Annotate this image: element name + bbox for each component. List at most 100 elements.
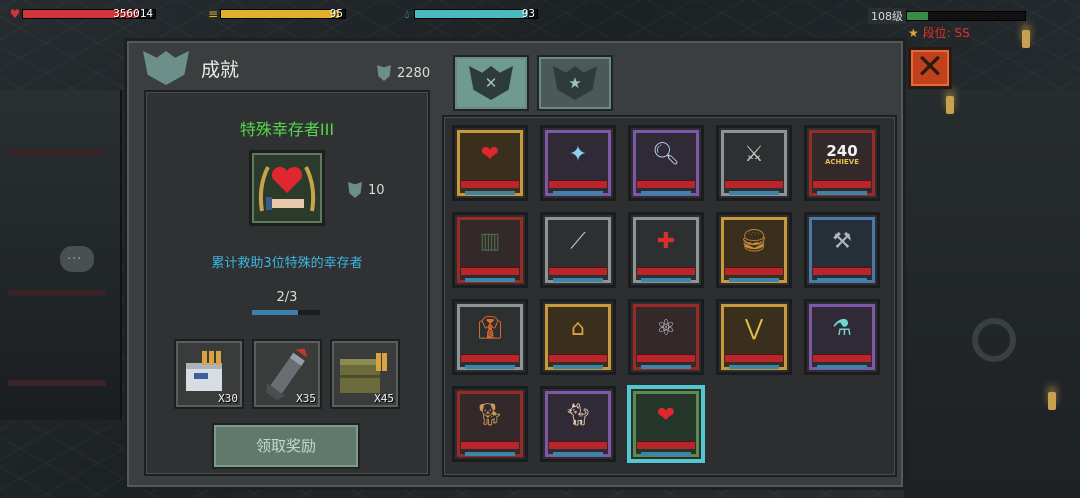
achievement-progress-bar <box>553 452 603 456</box>
achievement-progress-bar <box>553 365 603 369</box>
achievement-tile[interactable]: 👔︎ <box>452 299 528 375</box>
tab-achievements[interactable]: ✕ <box>453 55 529 111</box>
achievement-window: 成就 2280 ✕ ★ ✕ 特殊幸存者III 10 累计救助3位特殊的幸存者 2… <box>124 38 952 490</box>
achievement-progress-bar <box>817 365 867 369</box>
food-bar: ≡ 95 <box>206 7 346 21</box>
dog-icon: 🐕︎ <box>476 403 504 428</box>
achievement-ribbon <box>461 267 519 275</box>
suit-icon: 👔︎ <box>476 316 504 341</box>
heart-hand-icon: ❤ <box>480 142 500 167</box>
achievement-detail-panel: 特殊幸存者III 10 累计救助3位特殊的幸存者 2/3 X30 X35 X45… <box>144 90 430 476</box>
achievement-ribbon <box>725 180 783 188</box>
reward-qty: X30 <box>218 392 238 405</box>
achievement-tile[interactable]: ⋁ <box>716 299 792 375</box>
rank-label: ★ 段位: SS <box>908 26 970 40</box>
achievement-tile[interactable]: 🐈︎ <box>540 386 616 462</box>
achievement-progress-bar <box>729 191 779 195</box>
reward-item-slot[interactable]: X35 <box>252 339 322 409</box>
reward-qty: X35 <box>296 392 316 405</box>
achievement-progress-bar <box>817 191 867 195</box>
achievement-progress-bar <box>553 191 603 195</box>
achievement-progress-bar <box>465 191 515 195</box>
achievement-ribbon <box>549 354 607 362</box>
reward-item-slot[interactable]: X45 <box>330 339 400 409</box>
achievement-ribbon <box>813 267 871 275</box>
achievement-caption-label: ACHIEVE <box>825 158 859 166</box>
achievement-tile[interactable]: ⚔ <box>716 125 792 201</box>
achievement-tile[interactable]: 🍔︎ <box>716 212 792 288</box>
achievement-progress-bar <box>641 365 691 369</box>
achievement-ribbon <box>637 180 695 188</box>
progress-text: 2/3 <box>276 290 298 305</box>
achievement-progress-bar <box>641 278 691 282</box>
achievement-ribbon <box>549 180 607 188</box>
level-bar: 108级 <box>868 8 1026 24</box>
burst-boot-icon: ✦ <box>568 142 588 167</box>
achievement-ribbon <box>461 180 519 188</box>
close-button[interactable]: ✕ <box>908 47 952 89</box>
point-shield-icon <box>377 65 391 81</box>
achievement-progress-bar <box>641 191 691 195</box>
achievement-tile[interactable]: ⟋ <box>540 212 616 288</box>
achievement-ribbon <box>637 267 695 275</box>
food-value: 95 <box>329 7 343 20</box>
achievement-progress-bar <box>465 365 515 369</box>
achievement-ribbon <box>461 441 519 449</box>
achievement-tile[interactable]: ⌂ <box>540 299 616 375</box>
achievement-tile[interactable]: ⚒ <box>804 212 880 288</box>
progress-bar <box>252 310 320 315</box>
achievement-ribbon <box>725 354 783 362</box>
achievement-progress-bar <box>465 452 515 456</box>
achievement-progress-bar <box>729 278 779 282</box>
cat-icon: 🐈︎ <box>564 403 592 428</box>
reward-item-slot[interactable]: X30 <box>174 339 244 409</box>
achievement-ribbon <box>461 354 519 362</box>
reward-points: 10 <box>348 182 385 198</box>
achieve-240-icon: 240 ACHIEVE <box>823 138 861 172</box>
tab-badges[interactable]: ★ <box>537 55 613 111</box>
achievement-progress-bar <box>817 278 867 282</box>
claim-reward-button[interactable]: 领取奖励 <box>212 423 360 469</box>
magnifier-check-icon: 🔍︎ <box>652 142 680 167</box>
achievement-tile[interactable]: ⚗ <box>804 299 880 375</box>
achievement-tile[interactable]: 240 ACHIEVE <box>804 125 880 201</box>
house-icon: ⌂ <box>571 316 585 341</box>
candle-decoration <box>1022 30 1030 48</box>
heart-icon: ♥ <box>9 7 21 21</box>
achievement-tile[interactable]: 🐕︎ <box>452 386 528 462</box>
achievement-tile[interactable]: ❤ <box>628 386 704 462</box>
achievement-ribbon <box>637 354 695 362</box>
reward-qty: X45 <box>374 392 394 405</box>
achievement-grid: ❤ ✦ 🔍︎ ⚔ 240 ACHIEVE ▥ ⟋ ✚ 🍔︎ ⚒ 👔︎ ⌂ ⚛ ⋁ ⚗ 🐕︎ 🐈︎ ❤ <box>442 115 897 477</box>
gramophone-decoration <box>972 318 1016 362</box>
achievement-progress-bar <box>729 365 779 369</box>
achievement-description: 累计救助3位特殊的幸存者 <box>211 256 363 271</box>
rank-chevrons-icon: ⋁ <box>744 316 764 341</box>
water-value: 93 <box>521 7 535 20</box>
achievement-tile[interactable]: ✚ <box>628 212 704 288</box>
window-title: 成就 <box>201 58 240 81</box>
food-icon: ≡ <box>207 7 219 21</box>
water-drop-icon: 💧︎ <box>404 7 410 21</box>
achievement-tile[interactable]: ❤ <box>452 125 528 201</box>
point-shield-icon <box>348 182 362 198</box>
level-label: 108级 <box>868 8 906 24</box>
health-value: 356014 <box>113 7 153 20</box>
achievement-ribbon <box>813 354 871 362</box>
achievement-tile[interactable]: ⚛ <box>628 299 704 375</box>
achievement-progress-bar <box>553 278 603 282</box>
achievement-tile[interactable]: ✦ <box>540 125 616 201</box>
candle-decoration <box>1048 392 1056 410</box>
close-icon: ✕ <box>915 47 945 87</box>
achievement-tile[interactable]: ▥ <box>452 212 528 288</box>
achievement-ribbon <box>637 441 695 449</box>
achievement-ribbon <box>549 267 607 275</box>
blade-icon: ⟋ <box>570 229 586 254</box>
achievement-progress-bar <box>641 452 691 456</box>
shield-crossed-icon: ✕ <box>469 66 513 100</box>
achievement-progress-bar <box>465 278 515 282</box>
achievement-tile[interactable]: 🔍︎ <box>628 125 704 201</box>
health-bar: ♥ 356014 <box>8 7 156 21</box>
chat-bubble-icon[interactable] <box>60 246 94 272</box>
burger-icon: 🍔︎ <box>740 229 768 254</box>
